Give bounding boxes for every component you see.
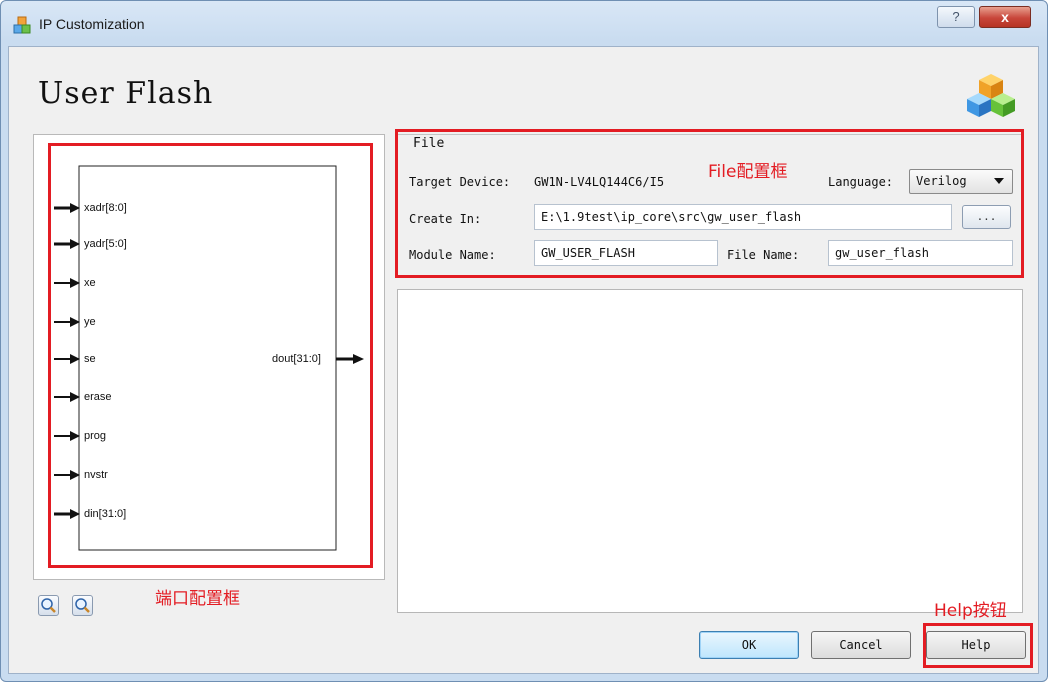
file-box-highlight [395, 129, 1024, 278]
help-title-button[interactable]: ? [937, 6, 975, 28]
page-title: User Flash [38, 76, 214, 111]
port-box-annotation: 端口配置框 [155, 589, 240, 609]
title-bar[interactable]: IP Customization ? x [1, 1, 1047, 47]
help-button-annotation: Help按钮 [934, 601, 1007, 621]
cancel-button[interactable]: Cancel [811, 631, 911, 659]
zoom-in-icon [41, 598, 56, 613]
zoom-in-button[interactable] [38, 595, 59, 616]
help-button-highlight [923, 623, 1033, 668]
zoom-out-button[interactable] [72, 595, 93, 616]
output-text-area[interactable] [397, 289, 1023, 613]
cubes-icon [967, 74, 1015, 117]
window-title: IP Customization [39, 16, 145, 32]
close-button[interactable]: x [979, 6, 1031, 28]
port-box-highlight [48, 143, 373, 568]
file-box-annotation: File配置框 [708, 162, 788, 182]
zoom-out-icon [75, 598, 90, 613]
app-icon [13, 16, 31, 34]
ok-button[interactable]: OK [699, 631, 799, 659]
